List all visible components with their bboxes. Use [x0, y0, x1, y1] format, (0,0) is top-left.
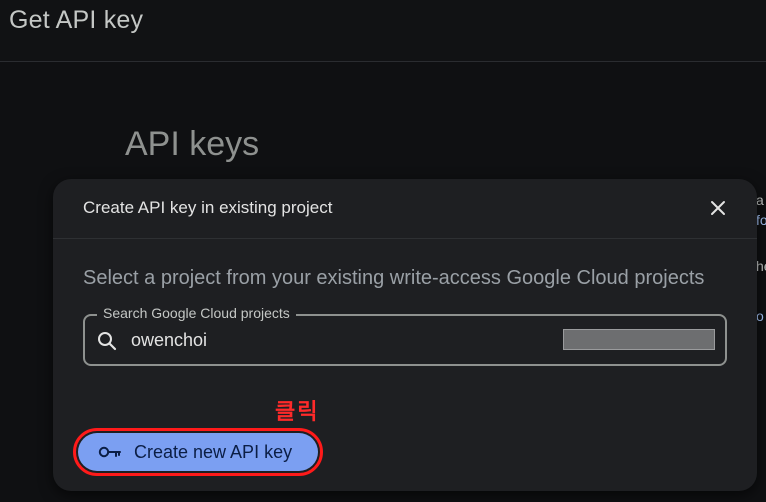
key-icon: [98, 446, 121, 458]
create-button-label: Create new API key: [134, 442, 293, 462]
project-search-field[interactable]: Search Google Cloud projects: [83, 305, 727, 366]
top-bar: Get API key: [0, 0, 766, 62]
click-annotation: 클릭: [275, 399, 320, 424]
create-new-api-key-button[interactable]: Create new API key: [78, 433, 318, 471]
close-button[interactable]: [703, 193, 733, 223]
background-link-fragment[interactable]: o: [756, 308, 766, 324]
background-text-fragment: a: [756, 192, 764, 208]
create-api-key-dialog: Create API key in existing project Selec…: [53, 179, 757, 491]
redacted-area: [563, 329, 715, 350]
page-title: Get API key: [9, 6, 144, 34]
search-icon: [98, 332, 117, 351]
background-text-fragment: he: [756, 258, 766, 274]
search-field-label: Search Google Cloud projects: [97, 305, 296, 321]
dialog-header: Create API key in existing project: [53, 179, 757, 239]
close-icon: [711, 201, 725, 215]
background-link-fragment[interactable]: fo: [756, 212, 766, 228]
page: Get API key API keys a fo he o Create AP…: [0, 0, 766, 502]
dialog-title: Create API key in existing project: [83, 198, 333, 217]
dialog-subtitle: Select a project from your existing writ…: [83, 267, 705, 289]
search-input[interactable]: [131, 326, 551, 354]
section-title: API keys: [125, 125, 260, 163]
